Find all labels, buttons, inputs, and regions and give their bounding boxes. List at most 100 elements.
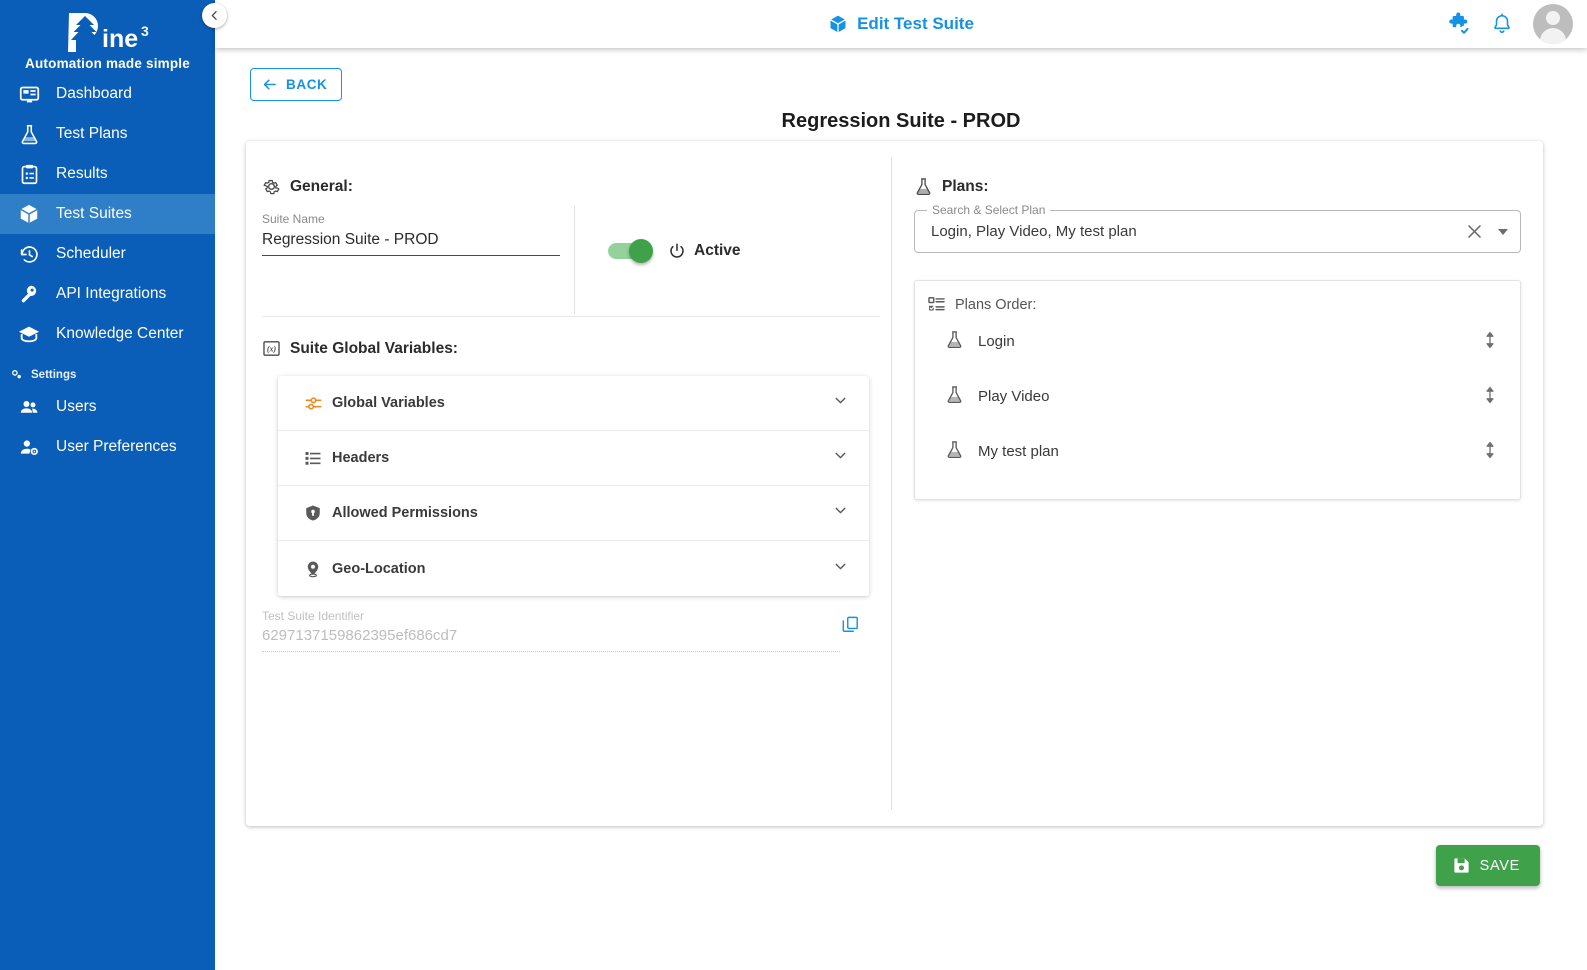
dashboard-icon	[16, 84, 42, 105]
global-variables-heading-text: Suite Global Variables:	[290, 340, 458, 358]
shield-icon	[304, 504, 328, 522]
active-toggle[interactable]	[608, 243, 650, 259]
section-divider	[262, 316, 880, 317]
drag-handle-icon[interactable]	[1482, 440, 1498, 464]
bell-icon[interactable]	[1491, 13, 1513, 35]
svg-text:3: 3	[141, 23, 149, 39]
top-bar-actions	[1446, 4, 1573, 44]
accordion-item-headers[interactable]: Headers	[278, 431, 869, 486]
toggle-knob	[629, 239, 653, 263]
sidebar-item-label: Test Plans	[56, 125, 128, 143]
identifier-underline	[262, 651, 840, 652]
brand-logo[interactable]: ine 3 Automation made simple	[0, 0, 215, 68]
suite-name-label: Suite Name	[262, 212, 574, 226]
users-icon	[16, 397, 42, 418]
top-bar-title-text: Edit Test Suite	[857, 14, 974, 34]
sidebar-item-test-suites[interactable]: Test Suites	[0, 194, 215, 234]
plan-order-item-label: Login	[978, 333, 1015, 350]
sidebar-item-users[interactable]: Users	[0, 387, 215, 427]
drag-handle-icon[interactable]	[1482, 330, 1498, 354]
sidebar-item-api-integrations[interactable]: API Integrations	[0, 274, 215, 314]
clock-history-icon	[16, 244, 42, 265]
suite-name-field-wrap: Suite Name	[262, 206, 574, 314]
chevron-down-icon	[832, 392, 849, 414]
top-bar: Edit Test Suite	[215, 0, 1587, 48]
ordered-list-icon	[927, 295, 946, 314]
save-icon	[1452, 856, 1471, 875]
sidebar-item-label: Knowledge Center	[56, 325, 184, 343]
plan-order-item[interactable]: Login	[915, 314, 1520, 369]
box-icon	[828, 14, 848, 34]
sidebar-collapse-button[interactable]	[202, 3, 227, 28]
sidebar-item-label: User Preferences	[56, 438, 177, 456]
sidebar-item-scheduler[interactable]: Scheduler	[0, 234, 215, 274]
user-gear-icon	[16, 437, 42, 458]
accordion-item-allowed-permissions[interactable]: Allowed Permissions	[278, 486, 869, 541]
sidebar-item-test-plans[interactable]: Test Plans	[0, 114, 215, 154]
flask-icon	[16, 124, 42, 145]
sidebar-item-label: Scheduler	[56, 245, 126, 263]
accordion-item-global-variables[interactable]: Global Variables	[278, 376, 869, 431]
plans-heading-text: Plans:	[942, 178, 989, 196]
copy-icon[interactable]	[841, 615, 860, 639]
app-root: ine 3 Automation made simple Dashboard	[0, 0, 1587, 970]
plan-order-item[interactable]: My test plan	[915, 424, 1520, 479]
sidebar-settings-label: Settings	[31, 369, 76, 381]
sidebar-settings-heading: Settings	[0, 354, 215, 387]
main-content: BACK Regression Suite - PROD General: Su…	[215, 48, 1587, 970]
sidebar-item-label: Dashboard	[56, 85, 132, 103]
plan-order-item-label: Play Video	[978, 388, 1049, 405]
puzzle-check-icon[interactable]	[1446, 12, 1471, 37]
save-button[interactable]: SAVE	[1436, 845, 1540, 886]
chevron-down-icon	[832, 558, 849, 580]
power-icon	[668, 242, 686, 260]
gear-icon	[262, 177, 281, 196]
map-pin-icon	[304, 560, 328, 578]
sidebar-item-knowledge-center[interactable]: Knowledge Center	[0, 314, 215, 354]
sliders-icon	[304, 394, 328, 413]
clear-icon[interactable]	[1465, 222, 1484, 241]
avatar[interactable]	[1533, 4, 1573, 44]
flask-icon	[945, 440, 964, 463]
arrow-left-icon	[261, 76, 278, 93]
pine-tree-logo-icon: ine 3	[59, 10, 159, 56]
flask-icon	[914, 177, 933, 196]
accordion-item-geo-location[interactable]: Geo-Location	[278, 541, 869, 596]
flask-icon	[945, 385, 964, 408]
global-variables-accordion: Global Variables Headers	[278, 376, 869, 596]
brand-tagline: Automation made simple	[0, 56, 215, 71]
general-panel: General: Suite Name	[246, 141, 891, 826]
edit-suite-card: General: Suite Name	[246, 141, 1543, 826]
plan-order-item-label: My test plan	[978, 443, 1059, 460]
save-button-label: SAVE	[1480, 858, 1520, 874]
identifier-value: 6297137159862395ef686cd7	[262, 623, 874, 651]
sidebar-item-label: API Integrations	[56, 285, 166, 303]
chevron-down-icon[interactable]	[1498, 229, 1508, 235]
sidebar-item-dashboard[interactable]: Dashboard	[0, 74, 215, 114]
general-heading: General:	[262, 177, 861, 196]
list-icon	[304, 449, 328, 467]
accordion-item-label: Global Variables	[332, 395, 445, 411]
plan-select[interactable]: Search & Select Plan Login, Play Video, …	[914, 210, 1521, 253]
page-title: Regression Suite - PROD	[215, 110, 1587, 133]
plans-panel: Plans: Search & Select Plan Login, Play …	[892, 141, 1543, 826]
suite-name-input[interactable]	[262, 226, 560, 256]
box-icon	[16, 203, 42, 225]
chevron-down-icon	[832, 502, 849, 524]
flask-icon	[945, 330, 964, 353]
plan-order-item[interactable]: Play Video	[915, 369, 1520, 424]
identifier-label: Test Suite Identifier	[262, 609, 874, 623]
back-button[interactable]: BACK	[250, 68, 342, 101]
pine-logo-icon: ine 3	[33, 8, 183, 54]
sidebar-item-user-preferences[interactable]: User Preferences	[0, 427, 215, 467]
sidebar-item-results[interactable]: Results	[0, 154, 215, 194]
chevron-down-icon	[832, 447, 849, 469]
accordion-item-label: Allowed Permissions	[332, 505, 478, 521]
plans-order-panel: Plans Order: Login	[914, 280, 1521, 500]
sidebar: ine 3 Automation made simple Dashboard	[0, 0, 215, 970]
wrench-icon	[16, 284, 42, 305]
plan-select-value: Login, Play Video, My test plan	[931, 223, 1465, 240]
graduation-cap-icon	[16, 323, 42, 345]
active-status: Active	[668, 242, 741, 260]
drag-handle-icon[interactable]	[1482, 385, 1498, 409]
